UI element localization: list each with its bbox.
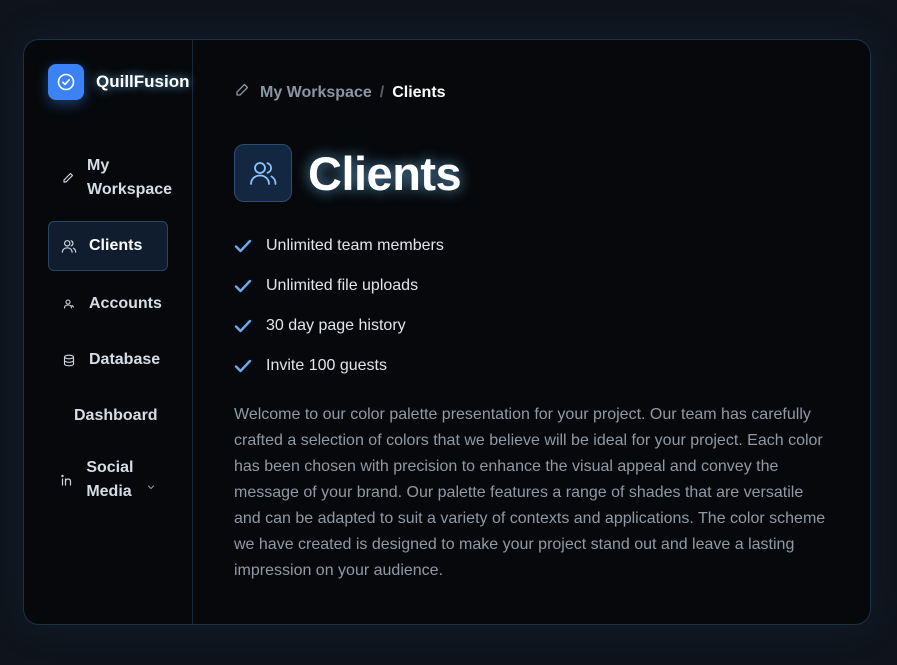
sidebar-item-label: Dashboard — [74, 407, 158, 424]
breadcrumb-workspace-link[interactable]: My Workspace — [260, 84, 372, 102]
database-icon — [61, 354, 77, 367]
feature-label: 30 day page history — [266, 317, 406, 334]
feature-label: Unlimited team members — [266, 237, 444, 254]
chevron-down-icon[interactable] — [147, 474, 155, 498]
sidebar-item-dashboard[interactable]: Dashboard — [48, 391, 168, 441]
sidebar-item-label: Clients — [89, 237, 143, 254]
check-icon — [234, 318, 254, 334]
users-icon — [61, 237, 77, 255]
sidebar-item-label: My Workspace — [87, 157, 173, 198]
sidebar-item-database[interactable]: Database — [48, 335, 168, 385]
pencil-icon — [234, 82, 250, 103]
linkedin-icon — [61, 474, 74, 486]
check-icon — [234, 238, 254, 254]
sidebar-item-social-media[interactable]: Social Media — [48, 447, 168, 513]
sidebar-item-label: Database — [89, 351, 161, 368]
page-header: Clients — [234, 144, 462, 202]
page-description: Welcome to our color palette presentatio… — [234, 406, 826, 579]
app-window: QuillFusion My Workspace Clients Account… — [23, 39, 871, 625]
sidebar-item-clients[interactable]: Clients — [48, 221, 168, 271]
sidebar-item-label: Accounts — [89, 295, 162, 312]
users-icon — [234, 144, 292, 202]
brand[interactable]: QuillFusion — [48, 64, 190, 100]
list-item: Unlimited file uploads — [234, 266, 444, 306]
main-content: My Workspace / Clients Clients Unlimited… — [234, 40, 870, 624]
check-icon — [234, 358, 254, 374]
list-item: Unlimited team members — [234, 226, 444, 266]
feature-label: Invite 100 guests — [266, 357, 387, 374]
check-icon — [234, 278, 254, 294]
user-icon — [61, 298, 77, 310]
pencil-icon — [61, 171, 75, 185]
sidebar-item-accounts[interactable]: Accounts — [48, 279, 168, 329]
breadcrumb: My Workspace / Clients — [234, 82, 446, 103]
check-circle-icon — [48, 64, 84, 100]
sidebar: QuillFusion My Workspace Clients Account… — [24, 40, 193, 624]
breadcrumb-separator: / — [379, 83, 385, 101]
list-item: Invite 100 guests — [234, 346, 444, 386]
feature-list: Unlimited team members Unlimited file up… — [234, 226, 444, 386]
feature-label: Unlimited file uploads — [266, 277, 419, 294]
sidebar-item-my-workspace[interactable]: My Workspace — [48, 150, 172, 206]
page-title: Clients — [308, 146, 462, 200]
list-item: 30 day page history — [234, 306, 444, 346]
brand-name: QuillFusion — [96, 72, 190, 91]
sidebar-nav: My Workspace Clients Accounts Database D… — [48, 150, 172, 513]
breadcrumb-current: Clients — [392, 83, 446, 101]
